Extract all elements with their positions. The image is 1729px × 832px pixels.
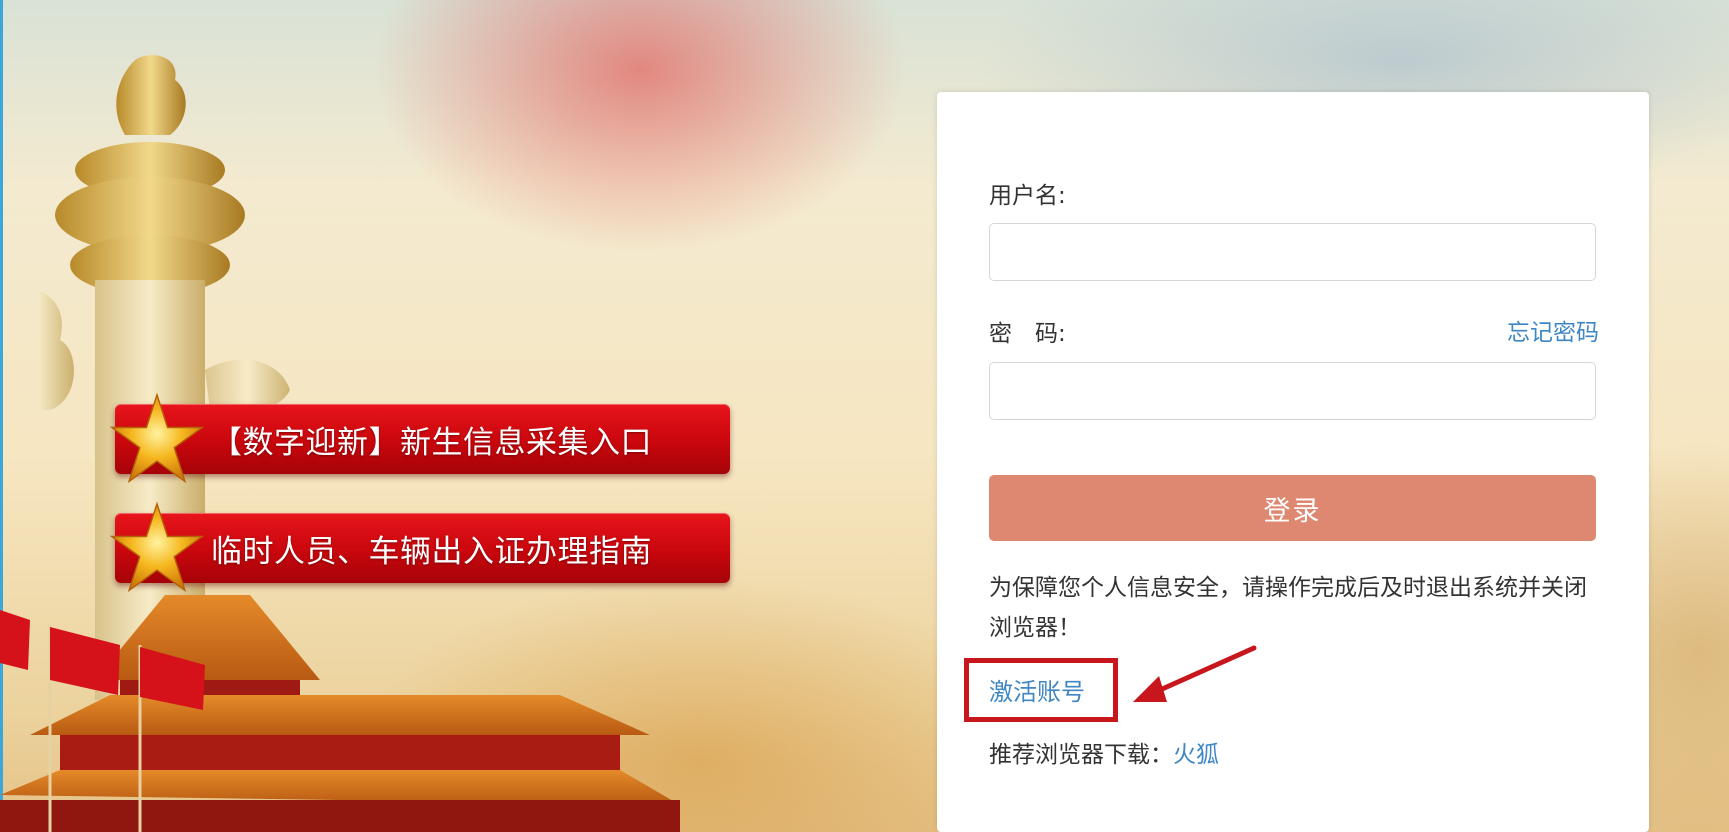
login-page: 【数字迎新】新生信息采集入口 临时人员、车辆出入证办理指南 用户名: 密 码: … bbox=[0, 0, 1729, 832]
username-label: 用户名: bbox=[989, 183, 1066, 209]
banner-label: 【数字迎新】新生信息采集入口 bbox=[211, 424, 652, 461]
security-notice: 为保障您个人信息安全，请操作完成后及时退出系统并关闭浏览器！ bbox=[989, 575, 1587, 641]
recommend-prefix: 推荐浏览器下载： bbox=[989, 742, 1173, 768]
login-card: 用户名: 密 码: 忘记密码 登录 为保障您个人信息安全，请操作完成后及时退出系… bbox=[937, 92, 1649, 832]
login-button[interactable]: 登录 bbox=[989, 475, 1596, 541]
banner-new-student-entry[interactable]: 【数字迎新】新生信息采集入口 bbox=[109, 392, 730, 484]
username-input[interactable] bbox=[989, 223, 1596, 281]
password-input[interactable] bbox=[989, 362, 1596, 420]
star-icon bbox=[109, 392, 205, 484]
activate-account-link[interactable]: 激活账号 bbox=[989, 672, 1085, 707]
banner-label: 临时人员、车辆出入证办理指南 bbox=[211, 533, 652, 570]
palace-decoration bbox=[0, 595, 680, 832]
password-label: 密 码: bbox=[989, 321, 1066, 347]
arrow-annotation-icon bbox=[1133, 645, 1257, 702]
star-icon bbox=[109, 501, 205, 593]
banner-temporary-pass-guide[interactable]: 临时人员、车辆出入证办理指南 bbox=[109, 501, 730, 593]
firefox-download-link[interactable]: 火狐 bbox=[1173, 742, 1219, 768]
browser-recommendation: 推荐浏览器下载：火狐 bbox=[989, 735, 1219, 769]
forgot-password-link[interactable]: 忘记密码 bbox=[1507, 313, 1599, 347]
